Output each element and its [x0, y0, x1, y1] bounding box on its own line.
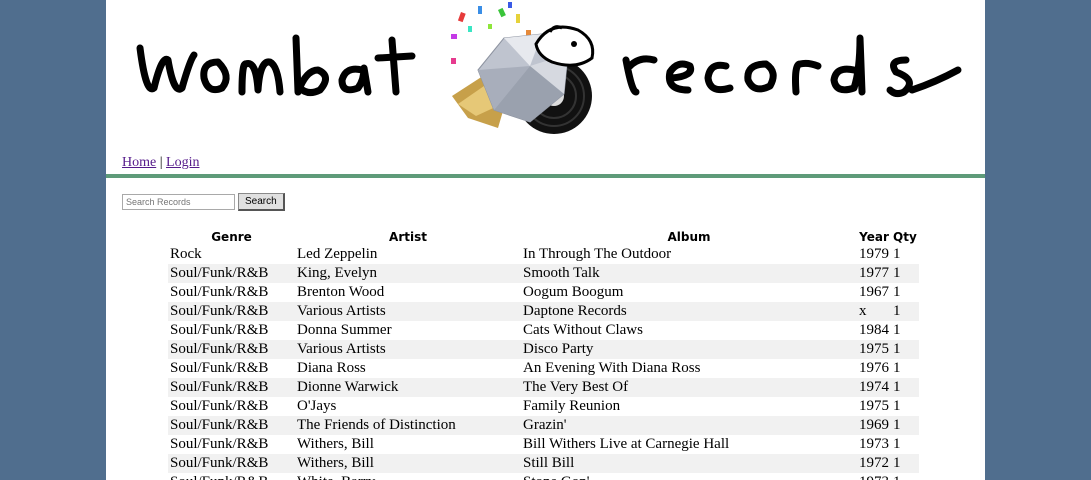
cell-genre: Soul/Funk/R&B: [168, 473, 295, 480]
cell-year: 1972: [857, 454, 891, 473]
cell-year: 1984: [859, 322, 889, 338]
table-row: Soul/Funk/R&B King, Evelyn Smooth Talk 1977…: [168, 264, 919, 283]
search-form: Search: [122, 193, 285, 211]
top-nav: Home | Login: [122, 155, 199, 171]
cell-qty: 1: [891, 378, 919, 397]
search-input[interactable]: [122, 194, 235, 210]
table-row: Soul/Funk/R&B Various Artists Disco Party 1…: [168, 340, 919, 359]
nav-separator: |: [159, 155, 163, 170]
cell-qty: 1: [891, 340, 919, 359]
cell-genre: Soul/Funk/R&B: [170, 436, 269, 452]
table-row: Soul/Funk/R&BWhite, BarryStone Gon'19731: [168, 473, 919, 480]
cell-artist: White, Barry: [295, 473, 521, 480]
cell-genre: Soul/Funk/R&B: [170, 284, 269, 300]
table-header-row: Genre Artist Album Year Qty: [168, 228, 919, 245]
table-row: Soul/Funk/R&B Donna Summer Cats Without Cl…: [168, 321, 919, 340]
cell-qty: 1: [891, 302, 919, 321]
cell-album: An Evening With Diana Ross: [523, 360, 701, 376]
table-row: Rock Led Zeppelin In Through The Outdoor 19…: [168, 245, 919, 264]
cell-year: 1979: [859, 246, 889, 262]
column-header-album: Album: [667, 229, 711, 244]
cell-artist: Various Artists: [295, 340, 521, 359]
home-link[interactable]: Home: [122, 155, 156, 170]
cell-album: Bill Withers Live at Carnegie Hall: [523, 436, 730, 452]
cell-qty: 1: [891, 264, 919, 283]
search-button[interactable]: Search: [238, 193, 285, 211]
cell-artist: King, Evelyn: [295, 264, 521, 283]
cell-qty: 1: [893, 360, 901, 376]
cell-album: In Through The Outdoor: [523, 246, 672, 262]
cell-genre: Soul/Funk/R&B: [168, 264, 295, 283]
cell-qty: 1: [893, 284, 901, 300]
login-link[interactable]: Login: [166, 155, 199, 170]
cell-year: 1975: [859, 398, 889, 414]
cell-genre: Soul/Funk/R&B: [170, 398, 269, 414]
cell-qty: 1: [891, 473, 919, 480]
cell-artist: Brenton Wood: [297, 284, 385, 300]
cell-year: 1976: [859, 360, 889, 376]
cell-album: Daptone Records: [521, 302, 857, 321]
table-row: Soul/Funk/R&B Diana Ross An Evening With D…: [168, 359, 919, 378]
cell-album: Still Bill: [521, 454, 857, 473]
cell-artist: Withers, Bill: [297, 436, 374, 452]
table-row: Soul/Funk/R&B Withers, Bill Bill Withers L…: [168, 435, 919, 454]
cell-year: 1975: [857, 340, 891, 359]
cell-genre: Soul/Funk/R&B: [168, 302, 295, 321]
cell-genre: Soul/Funk/R&B: [170, 322, 269, 338]
cell-artist: Led Zeppelin: [297, 246, 378, 262]
cell-genre: Soul/Funk/R&B: [168, 340, 295, 359]
cell-qty: 1: [893, 322, 901, 338]
wombat-records-logo: [136, 2, 962, 134]
table-row: Soul/Funk/R&B Withers, Bill Still Bill 1972…: [168, 454, 919, 473]
cell-album: Cats Without Claws: [523, 322, 643, 338]
cell-genre: Soul/Funk/R&B: [168, 416, 295, 435]
cell-album: Smooth Talk: [521, 264, 857, 283]
cell-qty: 1: [893, 246, 901, 262]
table-row: Soul/Funk/R&B Dionne Warwick The Very Best…: [168, 378, 919, 397]
records-table: Genre Artist Album Year Qty Rock Led Zepp…: [168, 228, 919, 480]
cell-year: 1969: [857, 416, 891, 435]
cell-artist: Dionne Warwick: [295, 378, 521, 397]
cell-qty: 1: [893, 398, 901, 414]
cell-qty: 1: [893, 436, 901, 452]
cell-qty: 1: [891, 454, 919, 473]
cell-album: Oogum Boogum: [523, 284, 624, 300]
cell-year: 1974: [857, 378, 891, 397]
table-row: Soul/Funk/R&B The Friends of Distinction G…: [168, 416, 919, 435]
cell-year: 1973: [859, 436, 889, 452]
cell-album: Stone Gon': [521, 473, 857, 480]
column-header-genre: Genre: [211, 229, 252, 244]
cell-year: x: [857, 302, 891, 321]
cell-genre: Soul/Funk/R&B: [168, 454, 295, 473]
table-row: Soul/Funk/R&B O'Jays Family Reunion 1975 1: [168, 397, 919, 416]
cell-artist: Withers, Bill: [295, 454, 521, 473]
cell-album: Grazin': [521, 416, 857, 435]
cell-artist: Donna Summer: [297, 322, 392, 338]
table-row: Soul/Funk/R&B Various Artists Daptone Reco…: [168, 302, 919, 321]
cell-artist: The Friends of Distinction: [295, 416, 521, 435]
column-header-year: Year: [859, 229, 889, 244]
table-row: Soul/Funk/R&B Brenton Wood Oogum Boogum 196…: [168, 283, 919, 302]
cell-year: 1967: [859, 284, 889, 300]
cell-genre: Rock: [170, 246, 202, 262]
cell-year: 1977: [857, 264, 891, 283]
column-header-artist: Artist: [389, 229, 427, 244]
cell-year: 1973: [857, 473, 891, 480]
column-header-qty: Qty: [893, 229, 917, 244]
cell-genre: Soul/Funk/R&B: [168, 378, 295, 397]
cell-artist: Diana Ross: [297, 360, 366, 376]
page-container: Home | Login Search Genre Artist Album Y…: [106, 0, 985, 480]
cell-qty: 1: [891, 416, 919, 435]
records-table-body: Rock Led Zeppelin In Through The Outdoor 19…: [168, 245, 919, 480]
header-divider: [106, 174, 985, 178]
cell-genre: Soul/Funk/R&B: [170, 360, 269, 376]
cell-album: Disco Party: [521, 340, 857, 359]
cell-album: Family Reunion: [523, 398, 621, 414]
cell-album: The Very Best Of: [521, 378, 857, 397]
cell-artist: O'Jays: [297, 398, 337, 414]
cell-artist: Various Artists: [295, 302, 521, 321]
